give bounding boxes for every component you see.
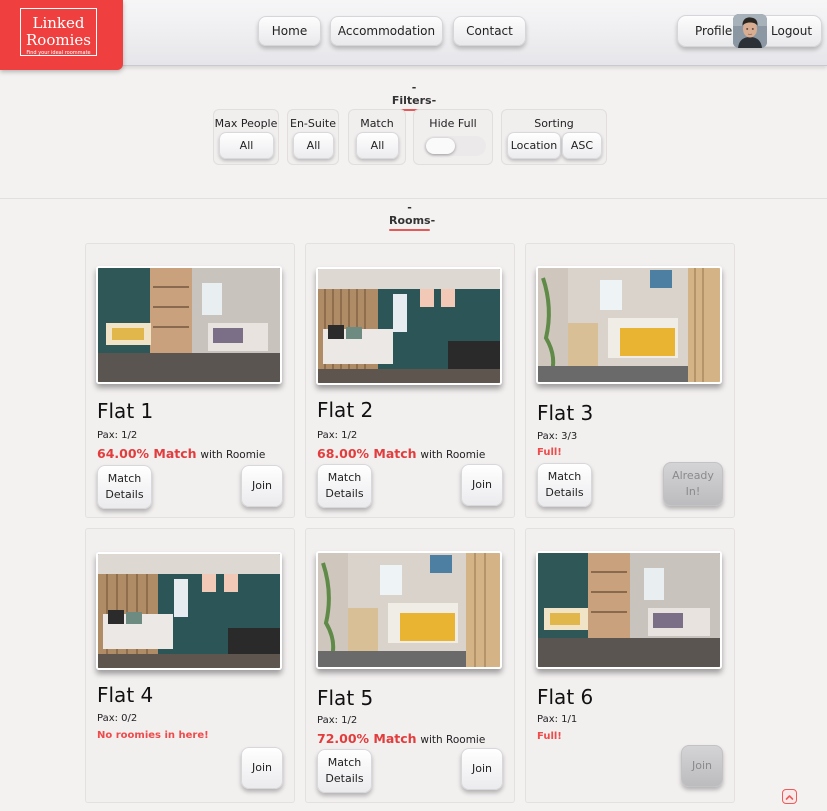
room-title: Flat 3 bbox=[537, 401, 594, 425]
filter-hide-full: Hide Full bbox=[413, 109, 493, 165]
filter-en-suite: En-Suite All bbox=[287, 109, 339, 165]
match-details-line-2: Details bbox=[545, 486, 584, 499]
match-details-button[interactable]: Match Details bbox=[537, 463, 592, 507]
room-title: Flat 6 bbox=[537, 685, 594, 709]
sort-by-button[interactable]: Location bbox=[507, 132, 561, 159]
room-match: 68.00% Match with Roomie bbox=[317, 446, 485, 461]
room-card-flat-4: Flat 4 Pax: 0/2 No roomies in here! Join bbox=[85, 528, 295, 803]
already-in-button: Already In! bbox=[663, 462, 723, 506]
room-pax: Pax: 1/1 bbox=[537, 714, 578, 725]
room-status: Full! bbox=[537, 447, 562, 458]
room-match: 64.00% Match with Roomie bbox=[97, 446, 265, 461]
room-photo[interactable] bbox=[316, 551, 502, 669]
nav-contact-label: Contact bbox=[466, 24, 513, 38]
nav-home-label: Home bbox=[271, 24, 308, 38]
filter-max-people: Max People All bbox=[213, 109, 279, 165]
already-in-line-1: Already bbox=[672, 469, 714, 482]
room-title: Flat 2 bbox=[317, 398, 374, 422]
nav-accommodation-label: Accommodation bbox=[337, 24, 436, 38]
filter-en-suite-button[interactable]: All bbox=[293, 132, 334, 159]
room-photo[interactable] bbox=[536, 551, 722, 669]
room-title: Flat 1 bbox=[97, 399, 154, 423]
match-details-line-1: Match bbox=[107, 472, 142, 485]
filter-sorting: Sorting Location ASC bbox=[501, 109, 607, 165]
room-pax: Pax: 1/2 bbox=[317, 715, 358, 726]
filter-hide-full-label: Hide Full bbox=[429, 117, 477, 130]
match-details-line-2: Details bbox=[105, 488, 144, 501]
match-suffix: with Roomie bbox=[420, 449, 486, 461]
logo-tagline: Find your ideal roommate bbox=[26, 50, 91, 56]
join-button[interactable]: Join bbox=[461, 464, 503, 506]
chevron-up-icon bbox=[785, 787, 794, 806]
match-details-line-1: Match bbox=[327, 471, 362, 484]
room-photo[interactable] bbox=[316, 267, 502, 385]
filter-max-people-button[interactable]: All bbox=[219, 132, 274, 159]
room-status: No roomies in here! bbox=[97, 730, 209, 741]
room-pax: Pax: 1/2 bbox=[97, 430, 138, 441]
join-button-disabled: Join bbox=[681, 745, 723, 787]
filters-heading: -Filters- bbox=[390, 81, 438, 111]
logo-line-2: Roomies bbox=[26, 31, 91, 49]
filter-match-button[interactable]: All bbox=[356, 132, 399, 159]
match-details-line-2: Details bbox=[325, 487, 364, 500]
section-divider bbox=[0, 198, 827, 199]
room-card-flat-3: Flat 3 Pax: 3/3 Full! Match Details Alrea… bbox=[525, 243, 735, 518]
room-photo[interactable] bbox=[96, 552, 282, 670]
nav-home-button[interactable]: Home bbox=[258, 16, 321, 46]
filter-sorting-label: Sorting bbox=[534, 117, 574, 130]
avatar[interactable] bbox=[733, 14, 767, 48]
match-suffix: with Roomie bbox=[200, 449, 266, 461]
profile-link[interactable]: Profile bbox=[695, 24, 732, 38]
room-pax: Pax: 0/2 bbox=[97, 713, 138, 724]
match-percentage: 68.00% Match bbox=[317, 446, 417, 461]
room-status: Full! bbox=[537, 731, 562, 742]
room-title: Flat 4 bbox=[97, 683, 154, 707]
room-card-flat-1: Flat 1 Pax: 1/2 64.00% Match with Roomie… bbox=[85, 243, 295, 518]
nav-accommodation-button[interactable]: Accommodation bbox=[330, 16, 443, 46]
match-details-button[interactable]: Match Details bbox=[97, 465, 152, 509]
filter-match: Match All bbox=[348, 109, 406, 165]
room-photo[interactable] bbox=[96, 266, 282, 384]
room-pax: Pax: 3/3 bbox=[537, 431, 578, 442]
room-title: Flat 5 bbox=[317, 686, 374, 710]
match-percentage: 64.00% Match bbox=[97, 446, 197, 461]
scroll-to-top-button[interactable] bbox=[782, 789, 797, 804]
room-match: 72.00% Match with Roomie bbox=[317, 731, 485, 746]
logo-line-1: Linked bbox=[32, 14, 85, 32]
filter-max-people-label: Max People bbox=[214, 117, 278, 130]
join-button[interactable]: Join bbox=[241, 465, 283, 507]
room-pax: Pax: 1/2 bbox=[317, 430, 358, 441]
match-percentage: 72.00% Match bbox=[317, 731, 417, 746]
match-details-line-2: Details bbox=[325, 772, 364, 785]
already-in-line-2: In! bbox=[685, 485, 701, 498]
logout-link[interactable]: Logout bbox=[771, 24, 812, 38]
nav-contact-button[interactable]: Contact bbox=[453, 16, 526, 46]
hide-full-toggle-knob bbox=[426, 138, 455, 154]
sort-order-button[interactable]: ASC bbox=[562, 132, 602, 159]
match-details-line-1: Match bbox=[327, 756, 362, 769]
rooms-heading: -Rooms- bbox=[389, 201, 435, 231]
match-details-button[interactable]: Match Details bbox=[317, 464, 372, 508]
filter-match-label: Match bbox=[360, 117, 394, 130]
join-button[interactable]: Join bbox=[241, 747, 283, 789]
match-details-line-1: Match bbox=[547, 470, 582, 483]
room-card-flat-2: Flat 2 Pax: 1/2 68.00% Match with Roomie… bbox=[305, 243, 515, 518]
match-suffix: with Roomie bbox=[420, 734, 486, 746]
profile-group: Profile Logout bbox=[677, 14, 822, 48]
filter-en-suite-label: En-Suite bbox=[290, 117, 336, 130]
logo[interactable]: Linked Roomies Find your ideal roommate bbox=[0, 0, 123, 70]
room-card-flat-5: Flat 5 Pax: 1/2 72.00% Match with Roomie… bbox=[305, 528, 515, 803]
room-photo[interactable] bbox=[536, 266, 722, 384]
room-card-flat-6: Flat 6 Pax: 1/1 Full! Join bbox=[525, 528, 735, 803]
match-details-button[interactable]: Match Details bbox=[317, 749, 372, 793]
hide-full-toggle[interactable] bbox=[424, 136, 486, 156]
join-button[interactable]: Join bbox=[461, 748, 503, 790]
top-navbar: Home Accommodation Contact Profile Logou… bbox=[0, 0, 827, 66]
logo-frame: Linked Roomies Find your ideal roommate bbox=[20, 8, 97, 56]
